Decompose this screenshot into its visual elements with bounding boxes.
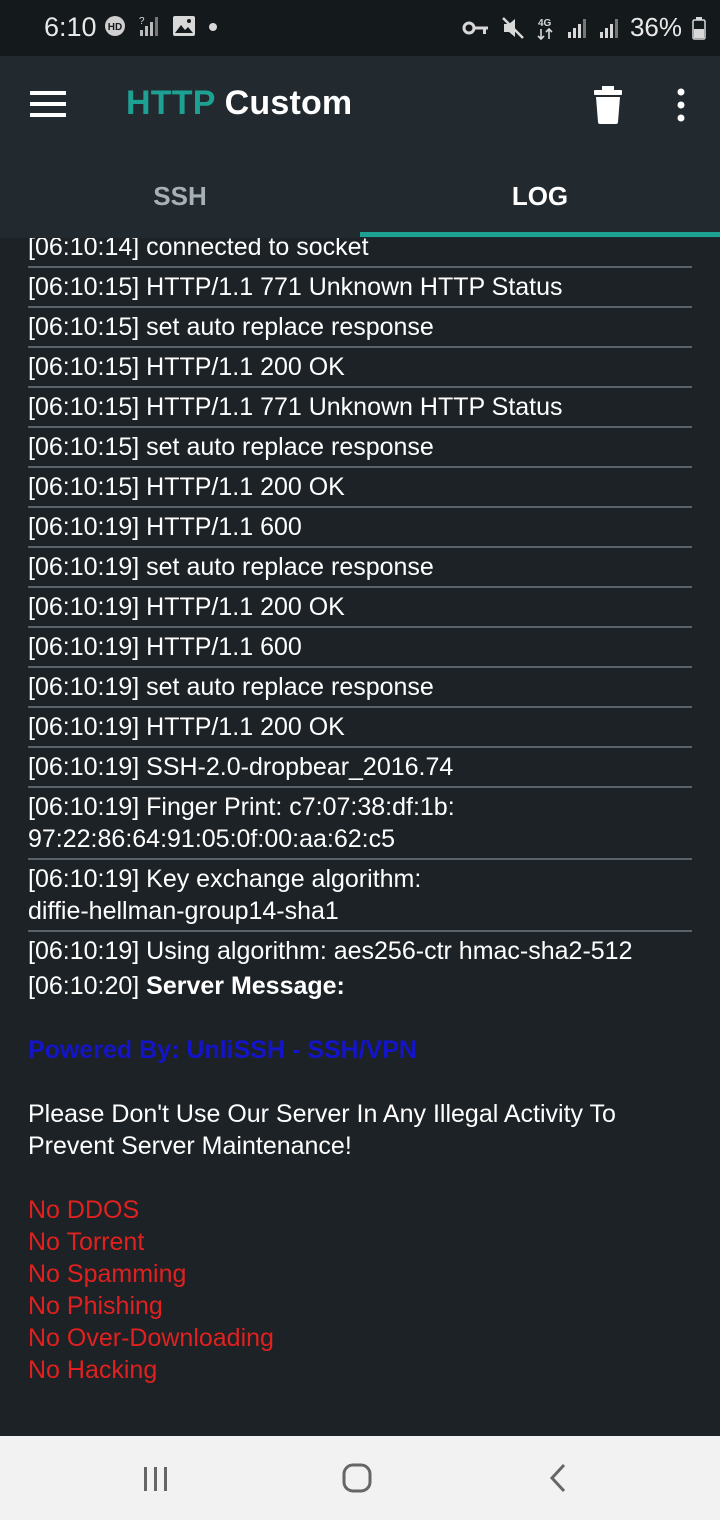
status-bar: 6:10 HD ? 4G 36%	[0, 0, 720, 56]
status-right-icons: 4G 36%	[462, 12, 706, 43]
server-rule: No Phishing	[28, 1292, 163, 1320]
more-options-icon[interactable]	[672, 88, 690, 124]
log-list: [06:10:14] connected to socket [06:10:15…	[28, 238, 692, 1386]
log-entry-partial: [06:10:14] connected to socket	[28, 238, 692, 268]
log-entry: [06:10:19] HTTP/1.1 200 OK	[28, 588, 692, 628]
log-entry: [06:10:19] HTTP/1.1 600	[28, 508, 692, 548]
signal-icon	[567, 18, 586, 38]
log-entry: [06:10:19] set auto replace response	[28, 668, 692, 708]
no-signal-icon: ?	[139, 16, 158, 36]
svg-text:4G: 4G	[538, 18, 552, 29]
log-entry: [06:10:15] HTTP/1.1 771 Unknown HTTP Sta…	[28, 388, 692, 428]
tab-selected-indicator	[360, 232, 720, 237]
server-rule: No DDOS	[28, 1196, 140, 1224]
app-title-custom: Custom	[214, 84, 353, 122]
back-icon[interactable]	[548, 1463, 568, 1493]
server-notice: Please Don't Use Our Server In Any Illeg…	[28, 1100, 616, 1160]
server-message-label: Server Message:	[146, 972, 345, 1000]
log-entry: [06:10:19] HTTP/1.1 200 OK	[28, 708, 692, 748]
home-icon[interactable]	[342, 1463, 372, 1493]
log-entry: [06:10:15] HTTP/1.1 200 OK	[28, 348, 692, 388]
battery-icon	[692, 16, 706, 40]
server-rules: No DDOS No Torrent No Spamming No Phishing N…	[28, 1194, 692, 1386]
battery-percent: 36%	[629, 12, 682, 42]
image-icon	[173, 16, 195, 36]
server-message: [06:10:20] Server Message:	[28, 970, 692, 1002]
log-entry: [06:10:19] HTTP/1.1 600	[28, 628, 692, 668]
app-title: HTTP Custom	[126, 84, 352, 123]
vpn-key-icon	[462, 21, 488, 34]
log-entry: [06:10:15] HTTP/1.1 200 OK	[28, 468, 692, 508]
signal-icon-2	[599, 18, 618, 38]
log-entry: [06:10:19] Finger Print: c7:07:38:df:1b:…	[28, 788, 692, 860]
4g-icon: 4G	[537, 18, 553, 40]
app-title-http: HTTP	[126, 84, 215, 122]
log-entries: [06:10:15] HTTP/1.1 771 Unknown HTTP Sta…	[28, 268, 692, 970]
log-entry: [06:10:15] set auto replace response	[28, 308, 692, 348]
svg-text:?: ?	[139, 16, 145, 27]
server-message-time: [06:10:20]	[28, 972, 147, 1000]
dot-icon	[209, 23, 217, 31]
svg-text:HD: HD	[108, 22, 122, 33]
server-rule: No Torrent	[28, 1228, 145, 1256]
log-entry: [06:10:15] set auto replace response	[28, 428, 692, 468]
log-entry: [06:10:15] HTTP/1.1 771 Unknown HTTP Sta…	[28, 268, 692, 308]
tab-bar: SSH LOG	[0, 154, 720, 238]
hamburger-menu-icon[interactable]	[30, 90, 68, 120]
powered-by-text: Powered By: UnliSSH - SSH/VPN	[28, 1036, 417, 1064]
log-entry: [06:10:19] SSH-2.0-dropbear_2016.74	[28, 748, 692, 788]
log-entry: [06:10:19] Key exchange algorithm: diffi…	[28, 860, 692, 932]
log-entry: [06:10:19] Using algorithm: aes256-ctr h…	[28, 937, 633, 965]
log-entry: [06:10:19] set auto replace response	[28, 548, 692, 588]
log-view[interactable]: [06:10:14] connected to socket [06:10:15…	[0, 238, 720, 1436]
navigation-bar	[0, 1436, 720, 1520]
server-rule: No Hacking	[28, 1356, 158, 1384]
clear-log-trash-icon[interactable]	[592, 86, 624, 124]
app-bar: HTTP Custom	[0, 56, 720, 154]
recent-apps-icon[interactable]	[142, 1466, 170, 1492]
tab-ssh[interactable]: SSH	[0, 154, 360, 238]
server-rule: No Over-Downloading	[28, 1324, 274, 1352]
hd-voice-icon: HD	[105, 16, 125, 36]
status-time: 6:10	[44, 12, 97, 42]
server-rule: No Spamming	[28, 1260, 187, 1288]
mute-icon	[502, 16, 524, 39]
tab-log[interactable]: LOG	[360, 154, 720, 238]
status-left-icons: HD ?	[104, 14, 218, 38]
